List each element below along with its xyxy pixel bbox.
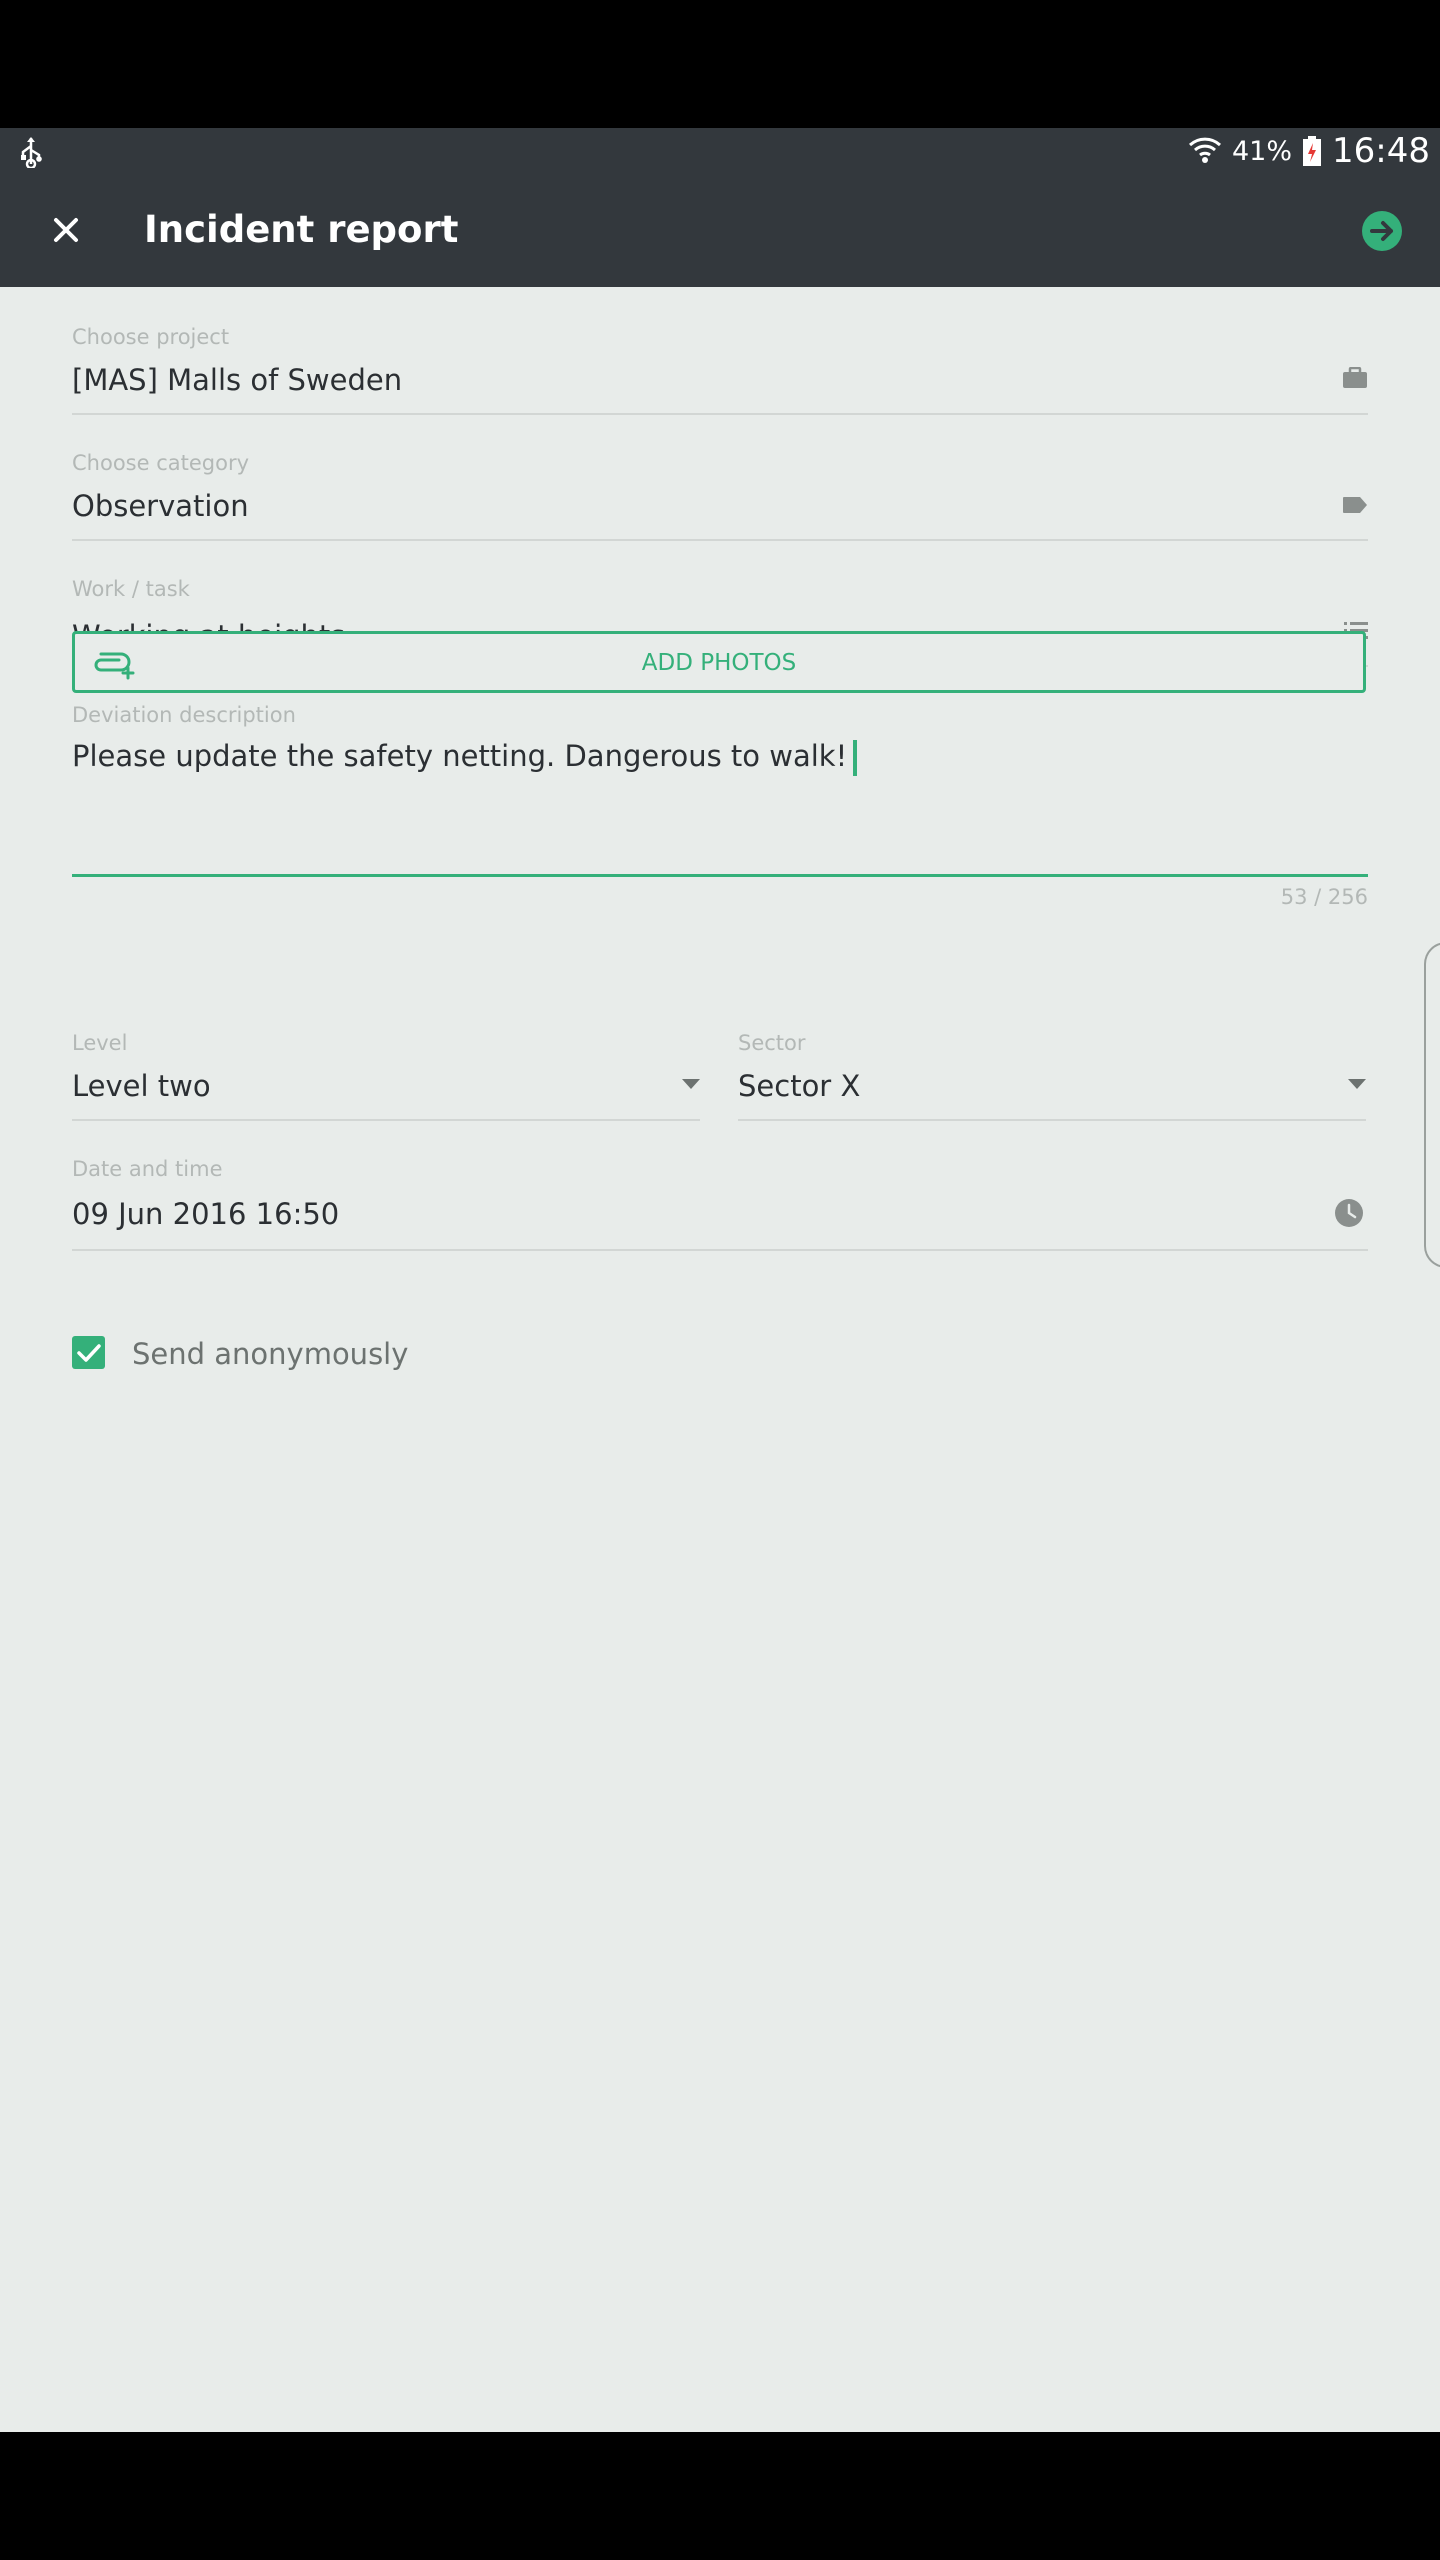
- sector-dropdown[interactable]: Sector Sector X: [738, 1031, 1366, 1121]
- wifi-icon: [1188, 137, 1222, 163]
- status-bar: 41% 16:48: [0, 128, 1440, 174]
- bottom-black-bar: [0, 2432, 1440, 2560]
- level-underline: [72, 1119, 700, 1121]
- description-field[interactable]: Deviation description Please update the …: [72, 703, 1368, 913]
- dropdown-arrow-icon: [1348, 1079, 1366, 1089]
- arrow-right-circle-icon: [1362, 211, 1402, 251]
- clock-time: 16:48: [1332, 131, 1430, 171]
- clock-icon: [1335, 1199, 1363, 1227]
- description-input[interactable]: Please update the safety netting. Danger…: [72, 739, 858, 776]
- close-button[interactable]: [42, 206, 90, 254]
- briefcase-icon: [1343, 367, 1367, 388]
- date-time-underline: [72, 1249, 1368, 1251]
- battery-percent: 41%: [1232, 135, 1293, 167]
- project-field[interactable]: Choose project [MAS] Malls of Sweden: [72, 325, 1368, 415]
- send-anonymously-checkbox[interactable]: [72, 1336, 105, 1369]
- text-cursor: [853, 740, 858, 776]
- usb-icon: [21, 137, 42, 168]
- level-value: Level two: [72, 1069, 211, 1103]
- category-value: Observation: [72, 489, 249, 523]
- submit-button[interactable]: [1361, 210, 1403, 252]
- description-text: Please update the safety netting. Danger…: [72, 739, 848, 773]
- work-task-label: Work / task: [72, 577, 190, 601]
- dropdown-arrow-icon: [682, 1079, 700, 1089]
- sector-label: Sector: [738, 1031, 806, 1055]
- add-photos-label: ADD PHOTOS: [641, 650, 797, 676]
- battery-icon: [1303, 136, 1322, 166]
- date-time-label: Date and time: [72, 1157, 223, 1181]
- level-dropdown[interactable]: Level Level two: [72, 1031, 700, 1121]
- date-time-field[interactable]: Date and time 09 Jun 2016 16:50: [72, 1157, 1368, 1251]
- tag-icon: [1343, 497, 1367, 513]
- project-underline: [72, 413, 1368, 415]
- date-time-value: 09 Jun 2016 16:50: [72, 1197, 340, 1231]
- send-anonymously-label[interactable]: Send anonymously: [132, 1337, 408, 1371]
- project-label: Choose project: [72, 325, 230, 349]
- project-value: [MAS] Malls of Sweden: [72, 363, 403, 397]
- page-title: Incident report: [144, 208, 459, 251]
- description-label: Deviation description: [72, 703, 296, 727]
- level-label: Level: [72, 1031, 128, 1055]
- add-photos-button[interactable]: ADD PHOTOS: [72, 631, 1366, 693]
- checkmark-icon: [76, 1343, 101, 1362]
- top-black-bar: [0, 0, 1440, 128]
- app-bar: Incident report: [0, 174, 1440, 287]
- character-counter: 53 / 256: [1280, 885, 1368, 909]
- sector-underline: [738, 1119, 1366, 1121]
- category-field[interactable]: Choose category Observation: [72, 451, 1368, 541]
- sector-value: Sector X: [738, 1069, 861, 1103]
- description-underline: [72, 874, 1368, 877]
- category-underline: [72, 539, 1368, 541]
- edge-panel-handle[interactable]: [1424, 942, 1440, 1268]
- close-icon: [54, 218, 78, 242]
- category-label: Choose category: [72, 451, 250, 475]
